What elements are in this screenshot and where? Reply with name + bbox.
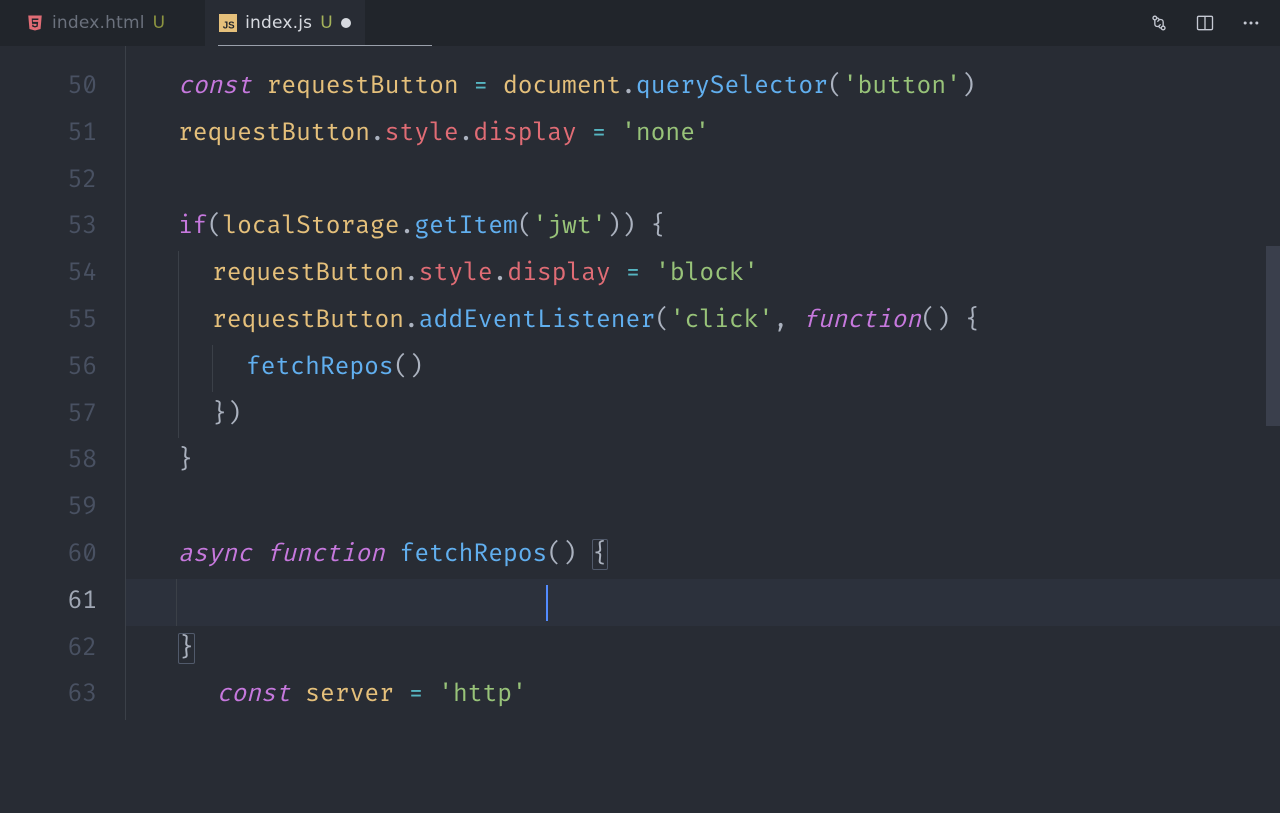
code-line[interactable]: async function fetchRepos() { [128,532,1280,579]
tab-label: index.js [245,13,312,33]
line-number: 58 [0,438,97,485]
code-line[interactable]: fetchRepos() [128,345,1280,392]
editor-actions [1148,0,1272,46]
git-status-untracked: U [153,13,165,33]
line-number: 52 [0,158,97,205]
code-line-current[interactable]: const server = 'http' [126,579,1280,626]
code-line[interactable]: requestButton.addEventListener('click', … [128,298,1280,345]
compare-changes-icon[interactable] [1148,12,1170,34]
line-number: 57 [0,392,97,439]
code-line[interactable]: } [128,438,1280,485]
line-number: 59 [0,485,97,532]
code-line[interactable]: } [128,626,1280,673]
line-number: 60 [0,532,97,579]
line-number-gutter: 50 51 52 53 54 55 56 57 58 59 60 61 62 6… [0,46,125,720]
code-line-empty[interactable] [128,672,1280,719]
tab-label: index.html [52,13,145,33]
scrollbar-thumb[interactable] [1266,246,1280,426]
code-line-empty[interactable] [128,485,1280,532]
svg-text:JS: JS [223,20,235,31]
code-line[interactable]: requestButton.style.display = 'block' [128,251,1280,298]
code-line[interactable]: requestButton.style.display = 'none' [128,111,1280,158]
line-number: 63 [0,672,97,719]
line-number: 54 [0,251,97,298]
code-editor[interactable]: 50 51 52 53 54 55 56 57 58 59 60 61 62 6… [0,46,1280,720]
code-line[interactable]: const requestButton = document.querySele… [128,64,1280,111]
js-file-icon: JS [219,14,237,32]
line-number: 56 [0,345,97,392]
line-number: 53 [0,204,97,251]
line-number: 51 [0,111,97,158]
html-file-icon [26,14,44,32]
dirty-indicator-icon [341,18,351,28]
line-number-current: 61 [0,579,97,626]
code-content[interactable]: const requestButton = document.querySele… [125,46,1280,720]
line-number: 50 [0,64,97,111]
split-editor-icon[interactable] [1194,12,1216,34]
tab-index-js[interactable]: JS index.js U [205,0,365,46]
code-line[interactable]: if(localStorage.getItem('jwt')) { [128,204,1280,251]
git-status-untracked: U [320,13,332,33]
line-number: 62 [0,626,97,673]
code-line-empty[interactable] [128,158,1280,205]
tab-bar: index.html U JS index.js U [0,0,1280,46]
tab-index-html[interactable]: index.html U [12,0,179,46]
more-actions-icon[interactable] [1240,12,1262,34]
line-number: 55 [0,298,97,345]
text-cursor [546,585,548,621]
code-line[interactable]: }) [128,392,1280,439]
